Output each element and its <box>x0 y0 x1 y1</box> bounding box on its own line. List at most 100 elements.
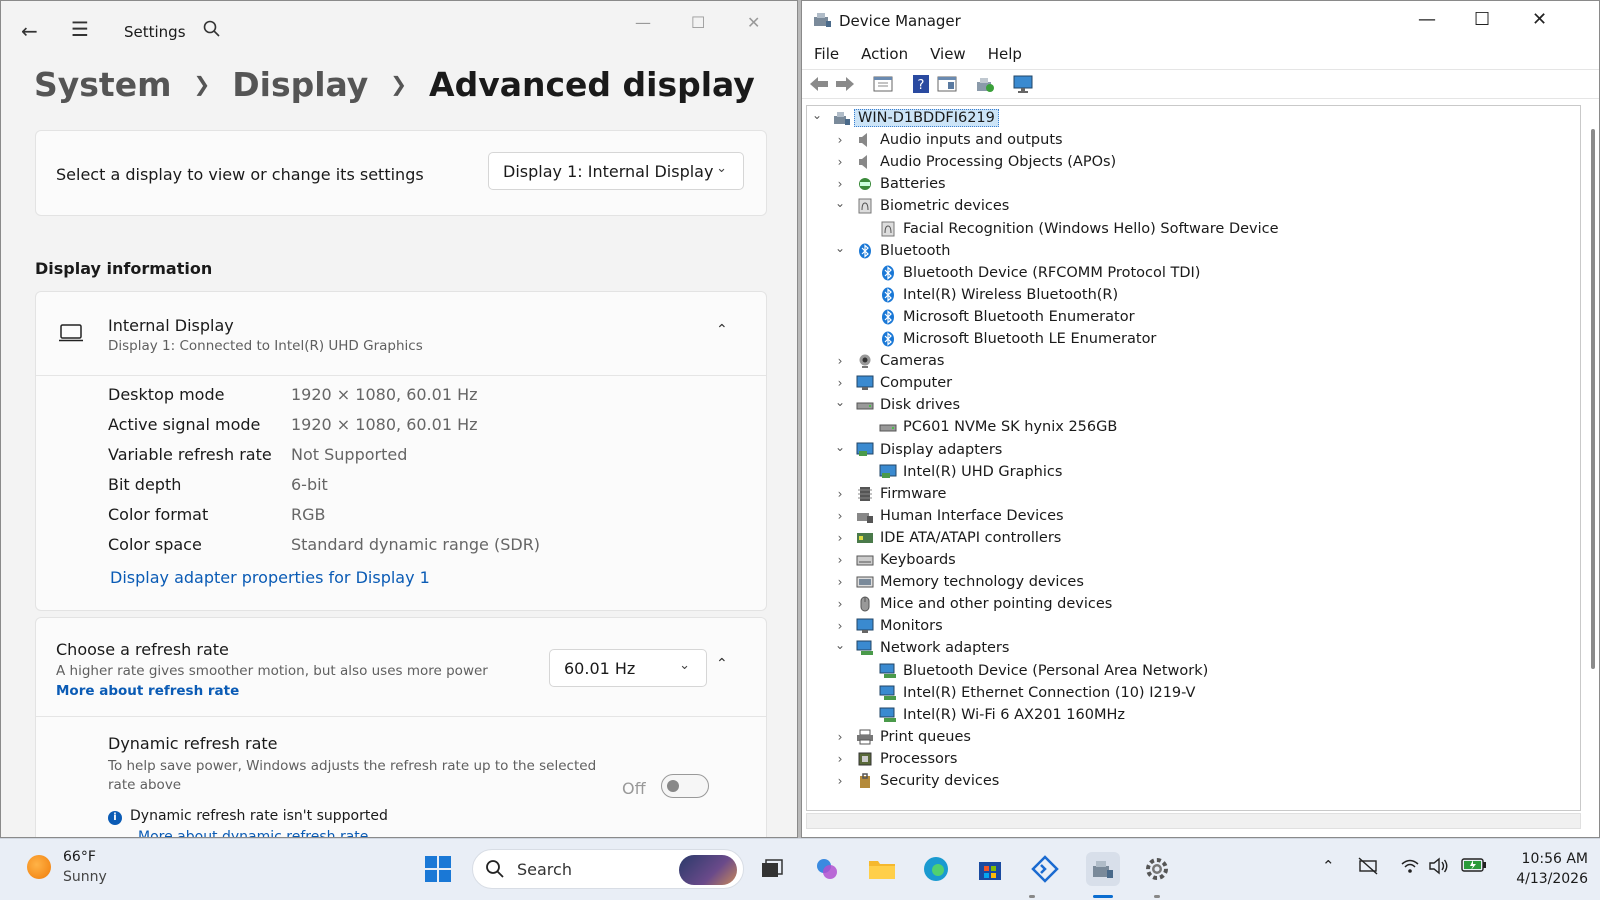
menu-view[interactable]: View <box>918 43 976 67</box>
expand-chevron-right-icon[interactable]: › <box>833 487 847 501</box>
expand-chevron-right-icon[interactable]: › <box>833 133 847 147</box>
help-icon[interactable]: ? <box>910 74 932 94</box>
tree-category[interactable]: › Monitors <box>807 615 1580 637</box>
tree-device[interactable]: Bluetooth Device (RFCOMM Protocol TDI) <box>807 262 1580 284</box>
refresh-rate-link[interactable]: More about refresh rate <box>56 683 239 699</box>
expand-chevron-right-icon[interactable]: › <box>833 730 847 744</box>
sun-icon[interactable] <box>27 855 51 879</box>
expand-chevron-right-icon[interactable]: › <box>833 155 847 169</box>
task-view-icon[interactable] <box>755 852 789 886</box>
close-button[interactable]: ✕ <box>747 13 760 32</box>
expand-chevron-right-icon[interactable]: › <box>833 774 847 788</box>
back-arrow-icon[interactable] <box>808 74 830 94</box>
tree-category[interactable]: › Print queues <box>807 726 1580 748</box>
menu-help[interactable]: Help <box>976 43 1032 67</box>
tree-device[interactable]: PC601 NVMe SK hynix 256GB <box>807 416 1580 438</box>
tree-device[interactable]: Bluetooth Device (Personal Area Network) <box>807 660 1580 682</box>
expand-chevron-down-icon[interactable]: ⌄ <box>833 638 847 652</box>
properties-view-icon[interactable] <box>872 74 894 94</box>
tree-category[interactable]: › Human Interface Devices <box>807 505 1580 527</box>
display-info-header[interactable]: Internal Display Display 1: Connected to… <box>36 292 766 376</box>
scan-hardware-icon[interactable] <box>974 74 996 94</box>
maximize-button[interactable]: ☐ <box>1474 9 1490 30</box>
microsoft-store-icon[interactable] <box>973 852 1007 886</box>
tree-category[interactable]: › Memory technology devices <box>807 571 1580 593</box>
expand-chevron-right-icon[interactable]: › <box>833 509 847 523</box>
tree-category[interactable]: ⌄ Disk drives <box>807 394 1580 416</box>
file-explorer-icon[interactable] <box>865 852 899 886</box>
display-select-dropdown[interactable]: Display 1: Internal Display ⌄ <box>488 152 744 190</box>
hamburger-menu-icon[interactable]: ☰ <box>71 17 89 41</box>
power-automate-icon[interactable] <box>1028 852 1062 886</box>
tree-category[interactable]: › Security devices <box>807 770 1580 792</box>
tree-category[interactable]: › Cameras <box>807 350 1580 372</box>
breadcrumb-display[interactable]: Display <box>232 65 368 104</box>
tree-root[interactable]: ⌄ WIN-D1BDDFI6219 <box>807 107 1580 129</box>
expand-chevron-down-icon[interactable]: ⌄ <box>833 395 847 409</box>
tree-category[interactable]: › Computer <box>807 372 1580 394</box>
expand-chevron-right-icon[interactable]: › <box>833 354 847 368</box>
vertical-scrollbar[interactable] <box>1591 129 1595 669</box>
tree-category[interactable]: › Keyboards <box>807 549 1580 571</box>
tree-category[interactable]: ⌄ Network adapters <box>807 637 1580 659</box>
expand-chevron-down-icon[interactable]: ⌄ <box>810 108 824 122</box>
chevron-up-icon[interactable]: ⌃ <box>1322 857 1335 875</box>
maximize-button[interactable]: ☐ <box>691 13 705 32</box>
clock-date[interactable]: 4/13/2026 <box>1508 871 1588 887</box>
horizontal-scrollbar[interactable] <box>806 813 1581 829</box>
weather-description[interactable]: Sunny <box>63 869 107 885</box>
expand-chevron-right-icon[interactable]: › <box>833 752 847 766</box>
back-arrow-icon[interactable]: ← <box>21 19 38 43</box>
minimize-button[interactable]: — <box>635 13 651 32</box>
battery-charging-icon[interactable] <box>1461 857 1487 877</box>
tree-category[interactable]: › Batteries <box>807 173 1580 195</box>
tree-category[interactable]: ⌄ Bluetooth <box>807 240 1580 262</box>
network-disconnected-icon[interactable] <box>1358 857 1378 879</box>
tree-device[interactable]: Microsoft Bluetooth Enumerator <box>807 306 1580 328</box>
search-icon[interactable] <box>203 20 221 42</box>
minimize-button[interactable]: — <box>1418 9 1436 30</box>
tree-category[interactable]: ⌄ Display adapters <box>807 439 1580 461</box>
tree-device[interactable]: Microsoft Bluetooth LE Enumerator <box>807 328 1580 350</box>
tree-device[interactable]: Intel(R) Ethernet Connection (10) I219-V <box>807 682 1580 704</box>
expand-chevron-right-icon[interactable]: › <box>833 531 847 545</box>
expand-chevron-right-icon[interactable]: › <box>833 575 847 589</box>
monitor-icon[interactable] <box>1012 74 1034 94</box>
expand-chevron-right-icon[interactable]: › <box>833 597 847 611</box>
dynamic-refresh-link[interactable]: More about dynamic refresh rate <box>138 829 368 837</box>
tree-category[interactable]: › Processors <box>807 748 1580 770</box>
volume-icon[interactable] <box>1428 857 1450 879</box>
tree-category[interactable]: › Audio Processing Objects (APOs) <box>807 151 1580 173</box>
expand-chevron-right-icon[interactable]: › <box>833 376 847 390</box>
tree-category[interactable]: › Audio inputs and outputs <box>807 129 1580 151</box>
copilot-icon[interactable] <box>810 852 844 886</box>
windows-start-icon[interactable] <box>421 852 455 886</box>
menu-action[interactable]: Action <box>849 43 918 67</box>
tree-device[interactable]: Intel(R) Wi-Fi 6 AX201 160MHz <box>807 704 1580 726</box>
close-button[interactable]: ✕ <box>1532 9 1547 30</box>
settings-gear-icon[interactable] <box>1140 852 1174 886</box>
expand-chevron-right-icon[interactable]: › <box>833 177 847 191</box>
expand-chevron-right-icon[interactable]: › <box>833 553 847 567</box>
menu-file[interactable]: File <box>802 43 849 67</box>
weather-temperature[interactable]: 66°F <box>63 849 96 865</box>
dynamic-refresh-toggle[interactable] <box>661 774 709 798</box>
tree-category[interactable]: › IDE ATA/ATAPI controllers <box>807 527 1580 549</box>
tree-device[interactable]: Facial Recognition (Windows Hello) Softw… <box>807 218 1580 240</box>
expand-chevron-down-icon[interactable]: ⌄ <box>833 440 847 454</box>
taskbar-search-box[interactable]: Search <box>472 849 744 889</box>
edge-browser-icon[interactable] <box>919 852 953 886</box>
forward-arrow-icon[interactable] <box>834 74 856 94</box>
expand-chevron-right-icon[interactable]: › <box>833 619 847 633</box>
tree-category[interactable]: › Mice and other pointing devices <box>807 593 1580 615</box>
chevron-up-icon[interactable]: ⌃ <box>716 322 728 338</box>
device-manager-taskbar-icon[interactable] <box>1086 852 1120 886</box>
expand-chevron-down-icon[interactable]: ⌄ <box>833 241 847 255</box>
expand-chevron-down-icon[interactable]: ⌄ <box>833 196 847 210</box>
tree-category[interactable]: › Firmware <box>807 483 1580 505</box>
details-view-icon[interactable] <box>936 74 958 94</box>
display-adapter-properties-link[interactable]: Display adapter properties for Display 1 <box>110 568 430 587</box>
clock-time[interactable]: 10:56 AM <box>1508 851 1588 867</box>
refresh-rate-dropdown[interactable]: 60.01 Hz ⌄ <box>549 649 707 687</box>
breadcrumb-system[interactable]: System <box>34 65 171 104</box>
